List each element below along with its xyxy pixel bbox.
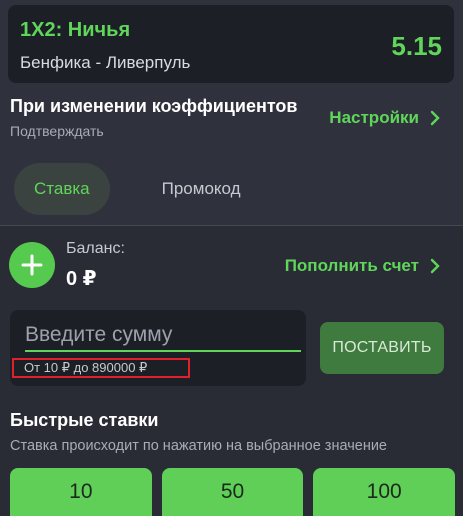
chevron-right-icon bbox=[430, 110, 440, 126]
place-bet-button[interactable]: ПОСТАВИТЬ bbox=[320, 322, 444, 374]
settings-link[interactable]: Настройки bbox=[329, 108, 443, 128]
plus-icon bbox=[21, 254, 43, 276]
settings-label: Настройки bbox=[329, 108, 419, 127]
quick-bet-button[interactable]: 100 bbox=[313, 468, 456, 516]
bet-odds: 5.15 bbox=[391, 31, 442, 61]
odds-change-title: При изменении коэффициентов bbox=[10, 96, 298, 116]
amount-box: От 10 ₽ до 890000 ₽ bbox=[10, 310, 306, 386]
quick-bets-row: 10 50 100 bbox=[10, 468, 456, 516]
odds-change-mode: Подтверждать bbox=[10, 123, 104, 139]
amount-range-hint: От 10 ₽ до 890000 ₽ bbox=[12, 358, 190, 378]
bet-slip-header: 1X2: Ничья Бенфика - Ливерпуль 5.15 При … bbox=[0, 0, 463, 225]
bet-outcome: 1X2: Ничья bbox=[20, 19, 131, 41]
balance-label: Баланс: bbox=[66, 240, 125, 257]
tab-bet[interactable]: Ставка bbox=[14, 163, 110, 215]
bet-match: Бенфика - Ливерпуль bbox=[20, 53, 191, 72]
bet-form: Баланс: 0 ₽ Пополнить счет От 10 ₽ до 89… bbox=[0, 225, 463, 516]
amount-input[interactable] bbox=[25, 320, 301, 352]
quick-bets-subtitle: Ставка происходит по нажатию на выбранно… bbox=[10, 438, 387, 454]
add-funds-button[interactable] bbox=[9, 242, 55, 288]
quick-bet-button[interactable]: 10 bbox=[10, 468, 152, 516]
tab-promocode[interactable]: Промокод bbox=[142, 163, 261, 215]
selected-bet-card: 1X2: Ничья Бенфика - Ливерпуль 5.15 bbox=[8, 5, 454, 83]
topup-label: Пополнить счет bbox=[284, 256, 419, 275]
chevron-right-icon bbox=[430, 258, 440, 274]
bet-tabs: Ставка Промокод bbox=[14, 163, 261, 215]
balance-value: 0 ₽ bbox=[66, 268, 97, 290]
quick-bet-button[interactable]: 50 bbox=[161, 468, 304, 516]
quick-bets-title: Быстрые ставки bbox=[10, 410, 159, 430]
topup-link[interactable]: Пополнить счет bbox=[285, 256, 443, 276]
